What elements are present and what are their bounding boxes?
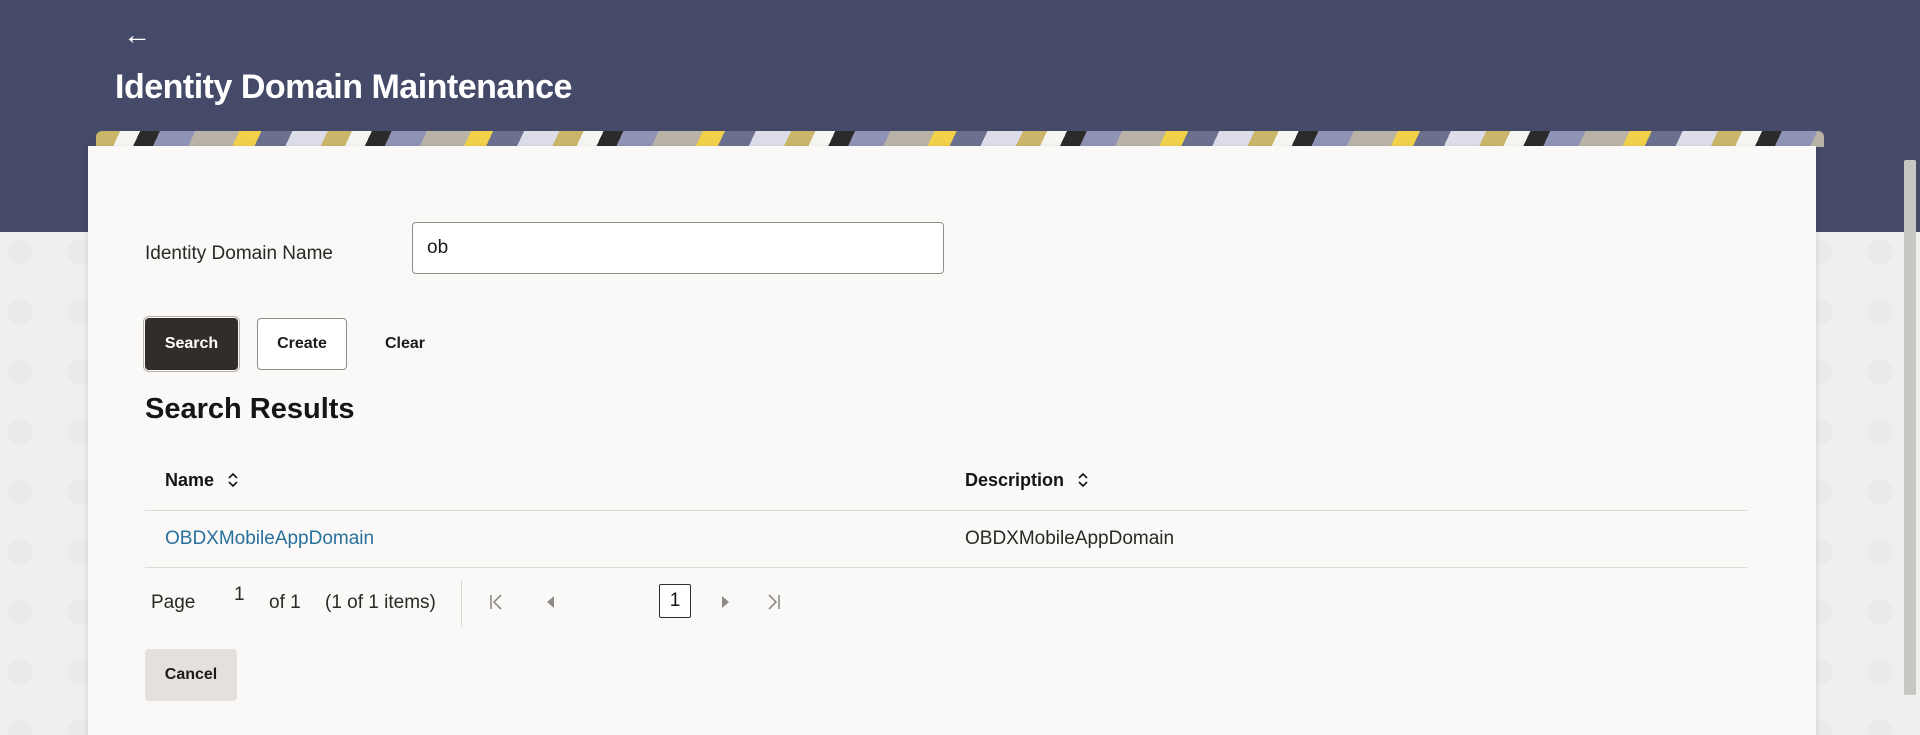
domain-description: OBDXMobileAppDomain: [965, 528, 1175, 549]
domain-name-link[interactable]: OBDXMobileAppDomain: [165, 511, 374, 567]
next-page-icon[interactable]: [713, 590, 737, 614]
column-header-name[interactable]: Name: [165, 450, 240, 510]
identity-domain-name-label: Identity Domain Name: [145, 243, 333, 264]
back-arrow-icon[interactable]: ←: [120, 18, 154, 52]
pagination: Page 1 of 1 (1 of 1 items) 1: [145, 574, 845, 630]
clear-button[interactable]: Clear: [365, 318, 445, 370]
table-row: OBDXMobileAppDomain OBDXMobileAppDomain: [145, 511, 1747, 568]
column-header-description[interactable]: Description: [965, 450, 1090, 510]
create-button[interactable]: Create: [257, 318, 347, 370]
search-results-title: Search Results: [145, 393, 355, 425]
sort-icon: [1078, 472, 1088, 488]
cancel-button[interactable]: Cancel: [145, 649, 237, 701]
first-page-icon[interactable]: [485, 590, 509, 614]
column-label-name: Name: [165, 469, 215, 490]
vertical-scrollbar[interactable]: [1904, 160, 1916, 695]
previous-page-icon[interactable]: [539, 590, 563, 614]
page-total-label: of 1: [269, 592, 301, 613]
sort-icon: [228, 472, 238, 488]
decorative-banner: [96, 131, 1824, 147]
results-table: Name Description OBDXMobileAppDomain OBD…: [145, 450, 1747, 568]
last-page-icon[interactable]: [761, 590, 785, 614]
table-header: Name Description: [145, 450, 1747, 511]
search-button[interactable]: Search: [145, 318, 238, 370]
identity-domain-name-input[interactable]: [412, 222, 944, 274]
pagination-divider: [461, 580, 462, 626]
page-title: Identity Domain Maintenance: [115, 68, 572, 106]
main-card: Identity Domain Name Search Create Clear…: [88, 146, 1816, 735]
current-page-button[interactable]: 1: [659, 584, 691, 618]
page-number-input[interactable]: 1: [234, 584, 245, 606]
page-label: Page: [151, 592, 196, 613]
items-count-label: (1 of 1 items): [325, 592, 436, 613]
column-label-description: Description: [965, 469, 1065, 490]
